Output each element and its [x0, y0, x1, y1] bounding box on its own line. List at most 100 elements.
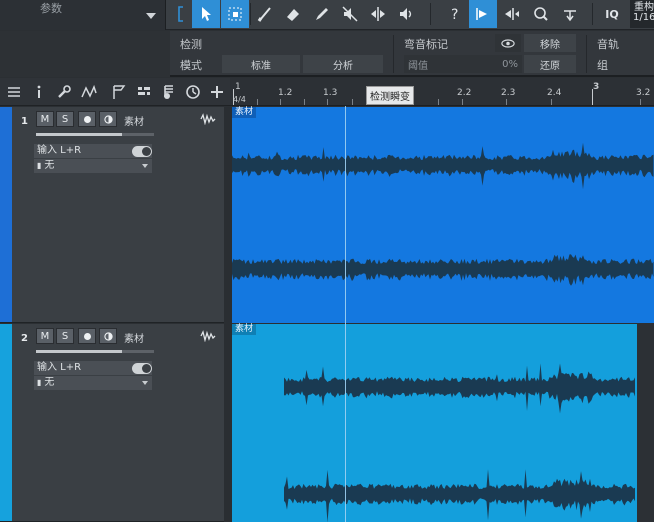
autoscroll-icon — [564, 10, 576, 22]
mode-label: 模式 — [180, 59, 202, 72]
eraser-tool-button[interactable] — [279, 0, 307, 28]
timebase-display[interactable]: 重构 1/16 — [630, 0, 654, 28]
ruler-tick: 3.2 — [636, 88, 651, 98]
ruler-tick: 3 — [593, 82, 600, 92]
add-track-icon[interactable] — [208, 83, 226, 101]
quantize-button[interactable] — [527, 0, 555, 28]
threshold-field[interactable]: 阈值 0% — [404, 55, 522, 73]
audio-waveform[interactable] — [232, 336, 654, 522]
timeline-ruler[interactable]: 1 1.2 1.3 2.2 2.3 2.4 3 3.2 4/4 检测瞬变 — [230, 78, 654, 106]
waveform-icon — [200, 330, 216, 342]
bend-tool-button[interactable] — [364, 0, 392, 28]
arrow-tool-button[interactable] — [192, 0, 220, 28]
bracket-icon[interactable] — [172, 0, 190, 28]
waveform-channel — [232, 254, 654, 286]
range-tool-button[interactable] — [221, 0, 249, 28]
volume-fader[interactable] — [36, 350, 122, 353]
marker-flag-icon[interactable] — [110, 83, 128, 101]
snap-button[interactable] — [469, 0, 497, 28]
tempo-icon[interactable] — [184, 83, 202, 101]
playhead-cursor[interactable] — [345, 106, 346, 522]
record-icon — [83, 115, 91, 123]
bars-icon: ▮ — [37, 378, 42, 387]
track-lane-1[interactable]: 素材 — [232, 107, 654, 323]
record-button[interactable] — [78, 111, 96, 127]
inspector-bar: 检测 模式 标准 分析 弯音标记 移除 阈值 0% 还原 音轨 组 — [0, 31, 654, 77]
waveform-channel — [284, 363, 635, 414]
track-color-strip — [0, 324, 12, 521]
inspector-left-pane — [0, 31, 170, 77]
ruler-tick: 1.3 — [323, 88, 338, 98]
info-icon[interactable] — [30, 83, 48, 101]
audio-waveform[interactable] — [232, 119, 654, 323]
track-list-toolbar — [0, 78, 230, 106]
track-label: 音轨 — [597, 38, 619, 51]
clip-title[interactable]: 素材 — [232, 324, 257, 335]
eraser-icon — [287, 9, 299, 21]
monitor-icon — [103, 331, 113, 341]
automation-icon[interactable] — [80, 83, 98, 101]
chord-track-icon[interactable] — [135, 83, 153, 101]
volume-fader[interactable] — [36, 133, 122, 136]
mute-tool-button[interactable] — [336, 0, 364, 28]
ruler-tick: 2.3 — [501, 88, 516, 98]
parameter-box[interactable]: 参数 — [0, 0, 166, 30]
input-label: 输入 L+R — [37, 362, 82, 373]
output-select[interactable]: ▮ 无 — [34, 376, 152, 390]
help-button[interactable]: ? — [441, 0, 469, 28]
record-icon — [83, 332, 91, 340]
track-header-1[interactable]: 1 M S 素材 输入 L+R ▮ 无 — [0, 107, 224, 323]
restore-button[interactable]: 还原 — [524, 55, 576, 73]
ruler-tick: 2.2 — [457, 88, 472, 98]
waveform-channel — [284, 469, 635, 522]
track-divider[interactable] — [224, 107, 232, 522]
track-name[interactable]: 素材 — [124, 113, 144, 128]
detect-label: 检测 — [180, 38, 202, 51]
mode-select[interactable]: 标准 — [222, 55, 300, 73]
visibility-toggle[interactable] — [495, 34, 521, 52]
input-toggle[interactable] — [132, 363, 152, 374]
threshold-label: 阈值 — [408, 60, 428, 72]
menu-icon[interactable] — [5, 83, 23, 101]
paint-tool-button[interactable] — [308, 0, 336, 28]
bend-marker-label: 弯音标记 — [404, 38, 448, 51]
svg-text:?: ? — [451, 7, 458, 23]
mute-button[interactable]: M — [36, 328, 54, 344]
monitor-button[interactable] — [99, 328, 117, 344]
output-label: 无 — [44, 377, 55, 388]
input-label: 输入 L+R — [37, 145, 82, 156]
solo-button[interactable]: S — [56, 328, 74, 344]
chevron-down-icon[interactable] — [146, 13, 156, 19]
ruler-tick: 1.2 — [278, 88, 293, 98]
output-select[interactable]: ▮ 无 — [34, 159, 152, 173]
split-tool-button[interactable] — [251, 0, 279, 28]
track-lane-2[interactable]: 素材 — [232, 324, 654, 522]
waveform-icon — [200, 113, 216, 125]
track-name[interactable]: 素材 — [124, 330, 144, 345]
wrench-icon[interactable] — [55, 83, 73, 101]
output-label: 无 — [44, 160, 55, 171]
empty-track-area[interactable] — [637, 323, 654, 522]
ruler-tick: 2.4 — [547, 88, 562, 98]
mute-button[interactable]: M — [36, 111, 54, 127]
pencil-icon — [316, 8, 328, 20]
remove-button[interactable]: 移除 — [524, 34, 576, 52]
iq-button[interactable]: IQ — [598, 0, 626, 28]
clip-title[interactable]: 素材 — [232, 107, 257, 118]
listen-tool-button[interactable] — [392, 0, 420, 28]
group-label: 组 — [597, 59, 608, 72]
arranger-icon[interactable] — [160, 83, 178, 101]
autoscroll-button[interactable] — [556, 0, 584, 28]
pointer-icon — [202, 7, 211, 21]
speaker-mute-icon — [342, 6, 358, 22]
parameter-label: 参数 — [40, 2, 62, 15]
track-header-2[interactable]: 2 M S 素材 输入 L+R ▮ 无 — [0, 324, 224, 522]
ruler-tick: 1 — [235, 82, 241, 92]
snap-mode-button[interactable] — [498, 0, 526, 28]
waveform-channel — [232, 142, 654, 190]
analyze-button[interactable]: 分析 — [303, 55, 383, 73]
monitor-button[interactable] — [99, 111, 117, 127]
input-toggle[interactable] — [132, 146, 152, 157]
record-button[interactable] — [78, 328, 96, 344]
solo-button[interactable]: S — [56, 111, 74, 127]
